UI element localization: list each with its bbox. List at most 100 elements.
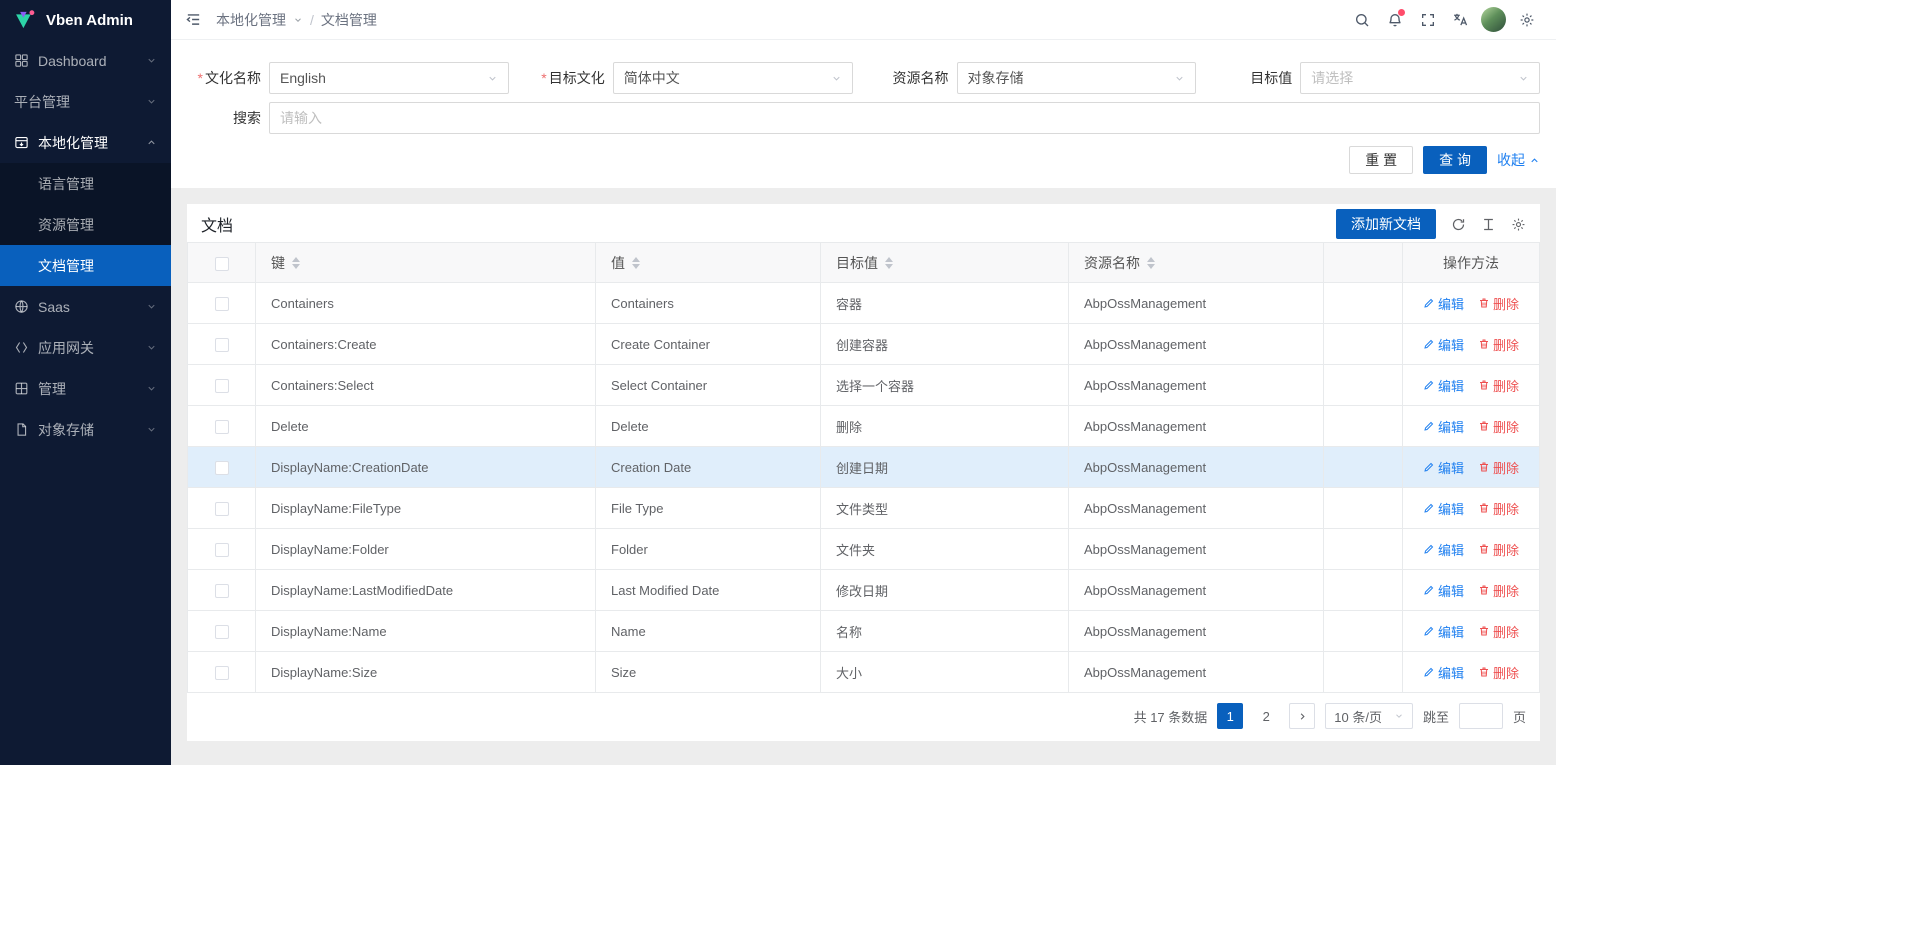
edit-button[interactable]: 编辑 <box>1423 417 1464 436</box>
reset-button[interactable]: 重 置 <box>1349 146 1413 174</box>
fullscreen-icon[interactable] <box>1412 0 1443 40</box>
document-table-card: 文档 添加新文档 <box>187 204 1540 741</box>
sidebar-item-language-management[interactable]: 语言管理 <box>0 163 171 204</box>
row-checkbox[interactable] <box>215 543 229 557</box>
target-culture-select[interactable]: 简体中文 <box>613 62 853 94</box>
delete-button[interactable]: 删除 <box>1478 663 1519 682</box>
add-document-button[interactable]: 添加新文档 <box>1336 209 1436 239</box>
chevron-down-icon <box>1174 73 1185 84</box>
target-value-select[interactable]: 请选择 <box>1300 62 1540 94</box>
delete-icon <box>1478 379 1490 391</box>
translate-icon[interactable] <box>1445 0 1476 40</box>
row-checkbox[interactable] <box>215 379 229 393</box>
row-checkbox[interactable] <box>215 666 229 680</box>
cell-target: 创建日期 <box>836 461 888 476</box>
sidebar-item-platform[interactable]: 平台管理 <box>0 81 171 122</box>
column-header-value: 值 <box>611 253 625 273</box>
edit-button[interactable]: 编辑 <box>1423 294 1464 313</box>
page-size-select[interactable]: 10 条/页 <box>1325 703 1413 729</box>
edit-icon <box>1423 666 1435 678</box>
edit-button[interactable]: 编辑 <box>1423 663 1464 682</box>
delete-button[interactable]: 删除 <box>1478 294 1519 313</box>
edit-button[interactable]: 编辑 <box>1423 458 1464 477</box>
select-all-checkbox[interactable] <box>215 257 229 271</box>
row-checkbox[interactable] <box>215 584 229 598</box>
edit-button[interactable]: 编辑 <box>1423 581 1464 600</box>
cell-resource: AbpOssManagement <box>1084 583 1206 598</box>
user-avatar[interactable] <box>1478 0 1509 40</box>
edit-button[interactable]: 编辑 <box>1423 376 1464 395</box>
delete-button[interactable]: 删除 <box>1478 458 1519 477</box>
row-checkbox[interactable] <box>215 625 229 639</box>
sort-icon[interactable] <box>885 257 893 269</box>
sidebar-item-object-storage[interactable]: 对象存储 <box>0 409 171 450</box>
row-height-icon[interactable] <box>1481 217 1496 232</box>
delete-icon <box>1478 461 1490 473</box>
breadcrumb-parent[interactable]: 本地化管理 <box>216 10 286 30</box>
chevron-down-icon <box>146 55 157 66</box>
delete-button[interactable]: 删除 <box>1478 581 1519 600</box>
cell-resource: AbpOssManagement <box>1084 460 1206 475</box>
row-checkbox[interactable] <box>215 297 229 311</box>
sidebar-collapse-icon[interactable] <box>185 11 202 28</box>
delete-button[interactable]: 删除 <box>1478 417 1519 436</box>
delete-button[interactable]: 删除 <box>1478 335 1519 354</box>
delete-button[interactable]: 删除 <box>1478 499 1519 518</box>
sidebar: Vben Admin Dashboard 平台管理 本地化管理 语言管理 <box>0 0 171 765</box>
sort-icon[interactable] <box>1147 257 1155 269</box>
cell-resource: AbpOssManagement <box>1084 419 1206 434</box>
cell-target: 容器 <box>836 297 862 312</box>
row-checkbox[interactable] <box>215 502 229 516</box>
settings-icon[interactable] <box>1511 0 1542 40</box>
app-logo[interactable]: Vben Admin <box>0 0 171 40</box>
sidebar-item-admin[interactable]: 管理 <box>0 368 171 409</box>
notification-icon[interactable] <box>1379 0 1410 40</box>
resource-select[interactable]: 对象存储 <box>957 62 1197 94</box>
filter-panel: *文化名称 English *目标文化 简体中文 资源名称 <box>171 40 1556 188</box>
culture-select[interactable]: English <box>269 62 509 94</box>
refresh-icon[interactable] <box>1451 217 1466 232</box>
delete-button[interactable]: 删除 <box>1478 376 1519 395</box>
delete-button[interactable]: 删除 <box>1478 540 1519 559</box>
jump-page-input[interactable] <box>1459 703 1503 729</box>
sidebar-item-dashboard[interactable]: Dashboard <box>0 40 171 81</box>
query-button[interactable]: 查 询 <box>1423 146 1487 174</box>
cell-target: 名称 <box>836 625 862 640</box>
globe-icon <box>14 299 29 314</box>
table-row: Containers:Select Select Container 选择一个容… <box>188 365 1540 406</box>
page-button-2[interactable]: 2 <box>1253 703 1279 729</box>
sort-icon[interactable] <box>632 257 640 269</box>
resource-label: 资源名称 <box>875 68 957 88</box>
search-icon[interactable] <box>1346 0 1377 40</box>
chevron-down-icon <box>146 301 157 312</box>
edit-button[interactable]: 编辑 <box>1423 540 1464 559</box>
chevron-down-icon <box>1394 711 1404 721</box>
sidebar-item-localization[interactable]: 本地化管理 <box>0 122 171 163</box>
search-input[interactable] <box>269 102 1540 134</box>
edit-button[interactable]: 编辑 <box>1423 499 1464 518</box>
edit-button[interactable]: 编辑 <box>1423 622 1464 641</box>
table-row: DisplayName:CreationDate Creation Date 创… <box>188 447 1540 488</box>
filter-field-culture: *文化名称 English <box>187 62 509 94</box>
table-row: DisplayName:LastModifiedDate Last Modifi… <box>188 570 1540 611</box>
sidebar-item-saas[interactable]: Saas <box>0 286 171 327</box>
header-actions <box>1346 0 1542 40</box>
sidebar-item-resource-management[interactable]: 资源管理 <box>0 204 171 245</box>
row-checkbox[interactable] <box>215 461 229 475</box>
sidebar-item-document-management[interactable]: 文档管理 <box>0 245 171 286</box>
sort-icon[interactable] <box>292 257 300 269</box>
sidebar-item-gateway[interactable]: 应用网关 <box>0 327 171 368</box>
filter-row-1: *文化名称 English *目标文化 简体中文 资源名称 <box>187 62 1540 94</box>
collapse-link[interactable]: 收起 <box>1497 150 1540 170</box>
row-checkbox[interactable] <box>215 338 229 352</box>
chevron-down-icon <box>146 342 157 353</box>
page-button-1[interactable]: 1 <box>1217 703 1243 729</box>
avatar-image <box>1481 7 1506 32</box>
column-settings-icon[interactable] <box>1511 217 1526 232</box>
delete-button[interactable]: 删除 <box>1478 622 1519 641</box>
edit-button[interactable]: 编辑 <box>1423 335 1464 354</box>
next-page-button[interactable] <box>1289 703 1315 729</box>
cell-key: DisplayName:LastModifiedDate <box>271 583 453 598</box>
row-checkbox[interactable] <box>215 420 229 434</box>
chevron-down-icon <box>487 73 498 84</box>
